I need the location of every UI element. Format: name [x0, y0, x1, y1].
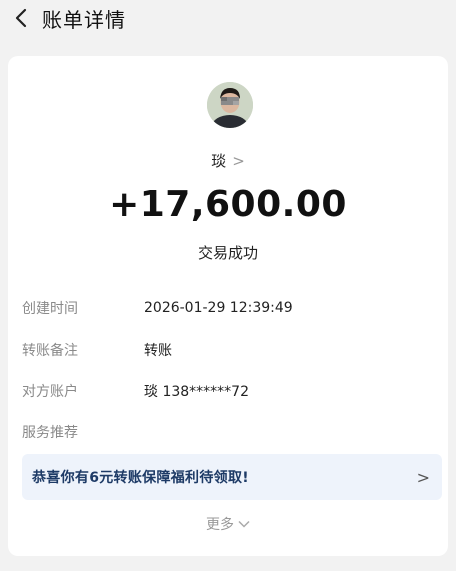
transaction-status: 交易成功 [197, 244, 258, 262]
detail-row-service-recommend: 服务推荐 [22, 422, 144, 442]
page-title: 账单详情 [42, 7, 126, 32]
detail-value: 2026-01-29 12:39:49 [144, 300, 293, 316]
detail-value: 琰 138******72 [144, 384, 249, 400]
promo-text: 恭喜你有6元转账保障福利待领取! [32, 470, 249, 486]
chevron-right-icon: > [232, 151, 245, 170]
more-label: 更多 [206, 517, 234, 533]
avatar[interactable] [207, 82, 253, 128]
detail-row-remark: 转账备注 转账 [22, 340, 172, 360]
chevron-left-icon [15, 8, 27, 28]
detail-row-created-time: 创建时间 2026-01-29 12:39:49 [22, 298, 293, 318]
top-bar: 账单详情 [0, 0, 456, 36]
promo-banner[interactable]: 恭喜你有6元转账保障福利待领取! > [22, 454, 442, 500]
chevron-down-icon [238, 520, 250, 528]
avatar-photo [207, 82, 253, 128]
detail-label: 对方账户 [22, 384, 78, 400]
detail-label: 创建时间 [22, 301, 78, 317]
detail-value: 转账 [144, 343, 172, 359]
transaction-amount: +17,600.00 [109, 184, 347, 225]
detail-label: 服务推荐 [22, 425, 78, 441]
more-button[interactable]: 更多 [8, 514, 448, 534]
detail-label: 转账备注 [22, 343, 78, 359]
back-button[interactable] [6, 0, 36, 36]
bill-detail-card: 琰 > +17,600.00 交易成功 创建时间 2026-01-29 12:3… [8, 56, 448, 556]
payer-name: 琰 [211, 152, 227, 170]
payer-name-link[interactable]: 琰 > [8, 150, 448, 171]
chevron-right-icon: > [416, 467, 430, 487]
detail-row-counterparty[interactable]: 对方账户 琰 138******72 [22, 381, 249, 401]
